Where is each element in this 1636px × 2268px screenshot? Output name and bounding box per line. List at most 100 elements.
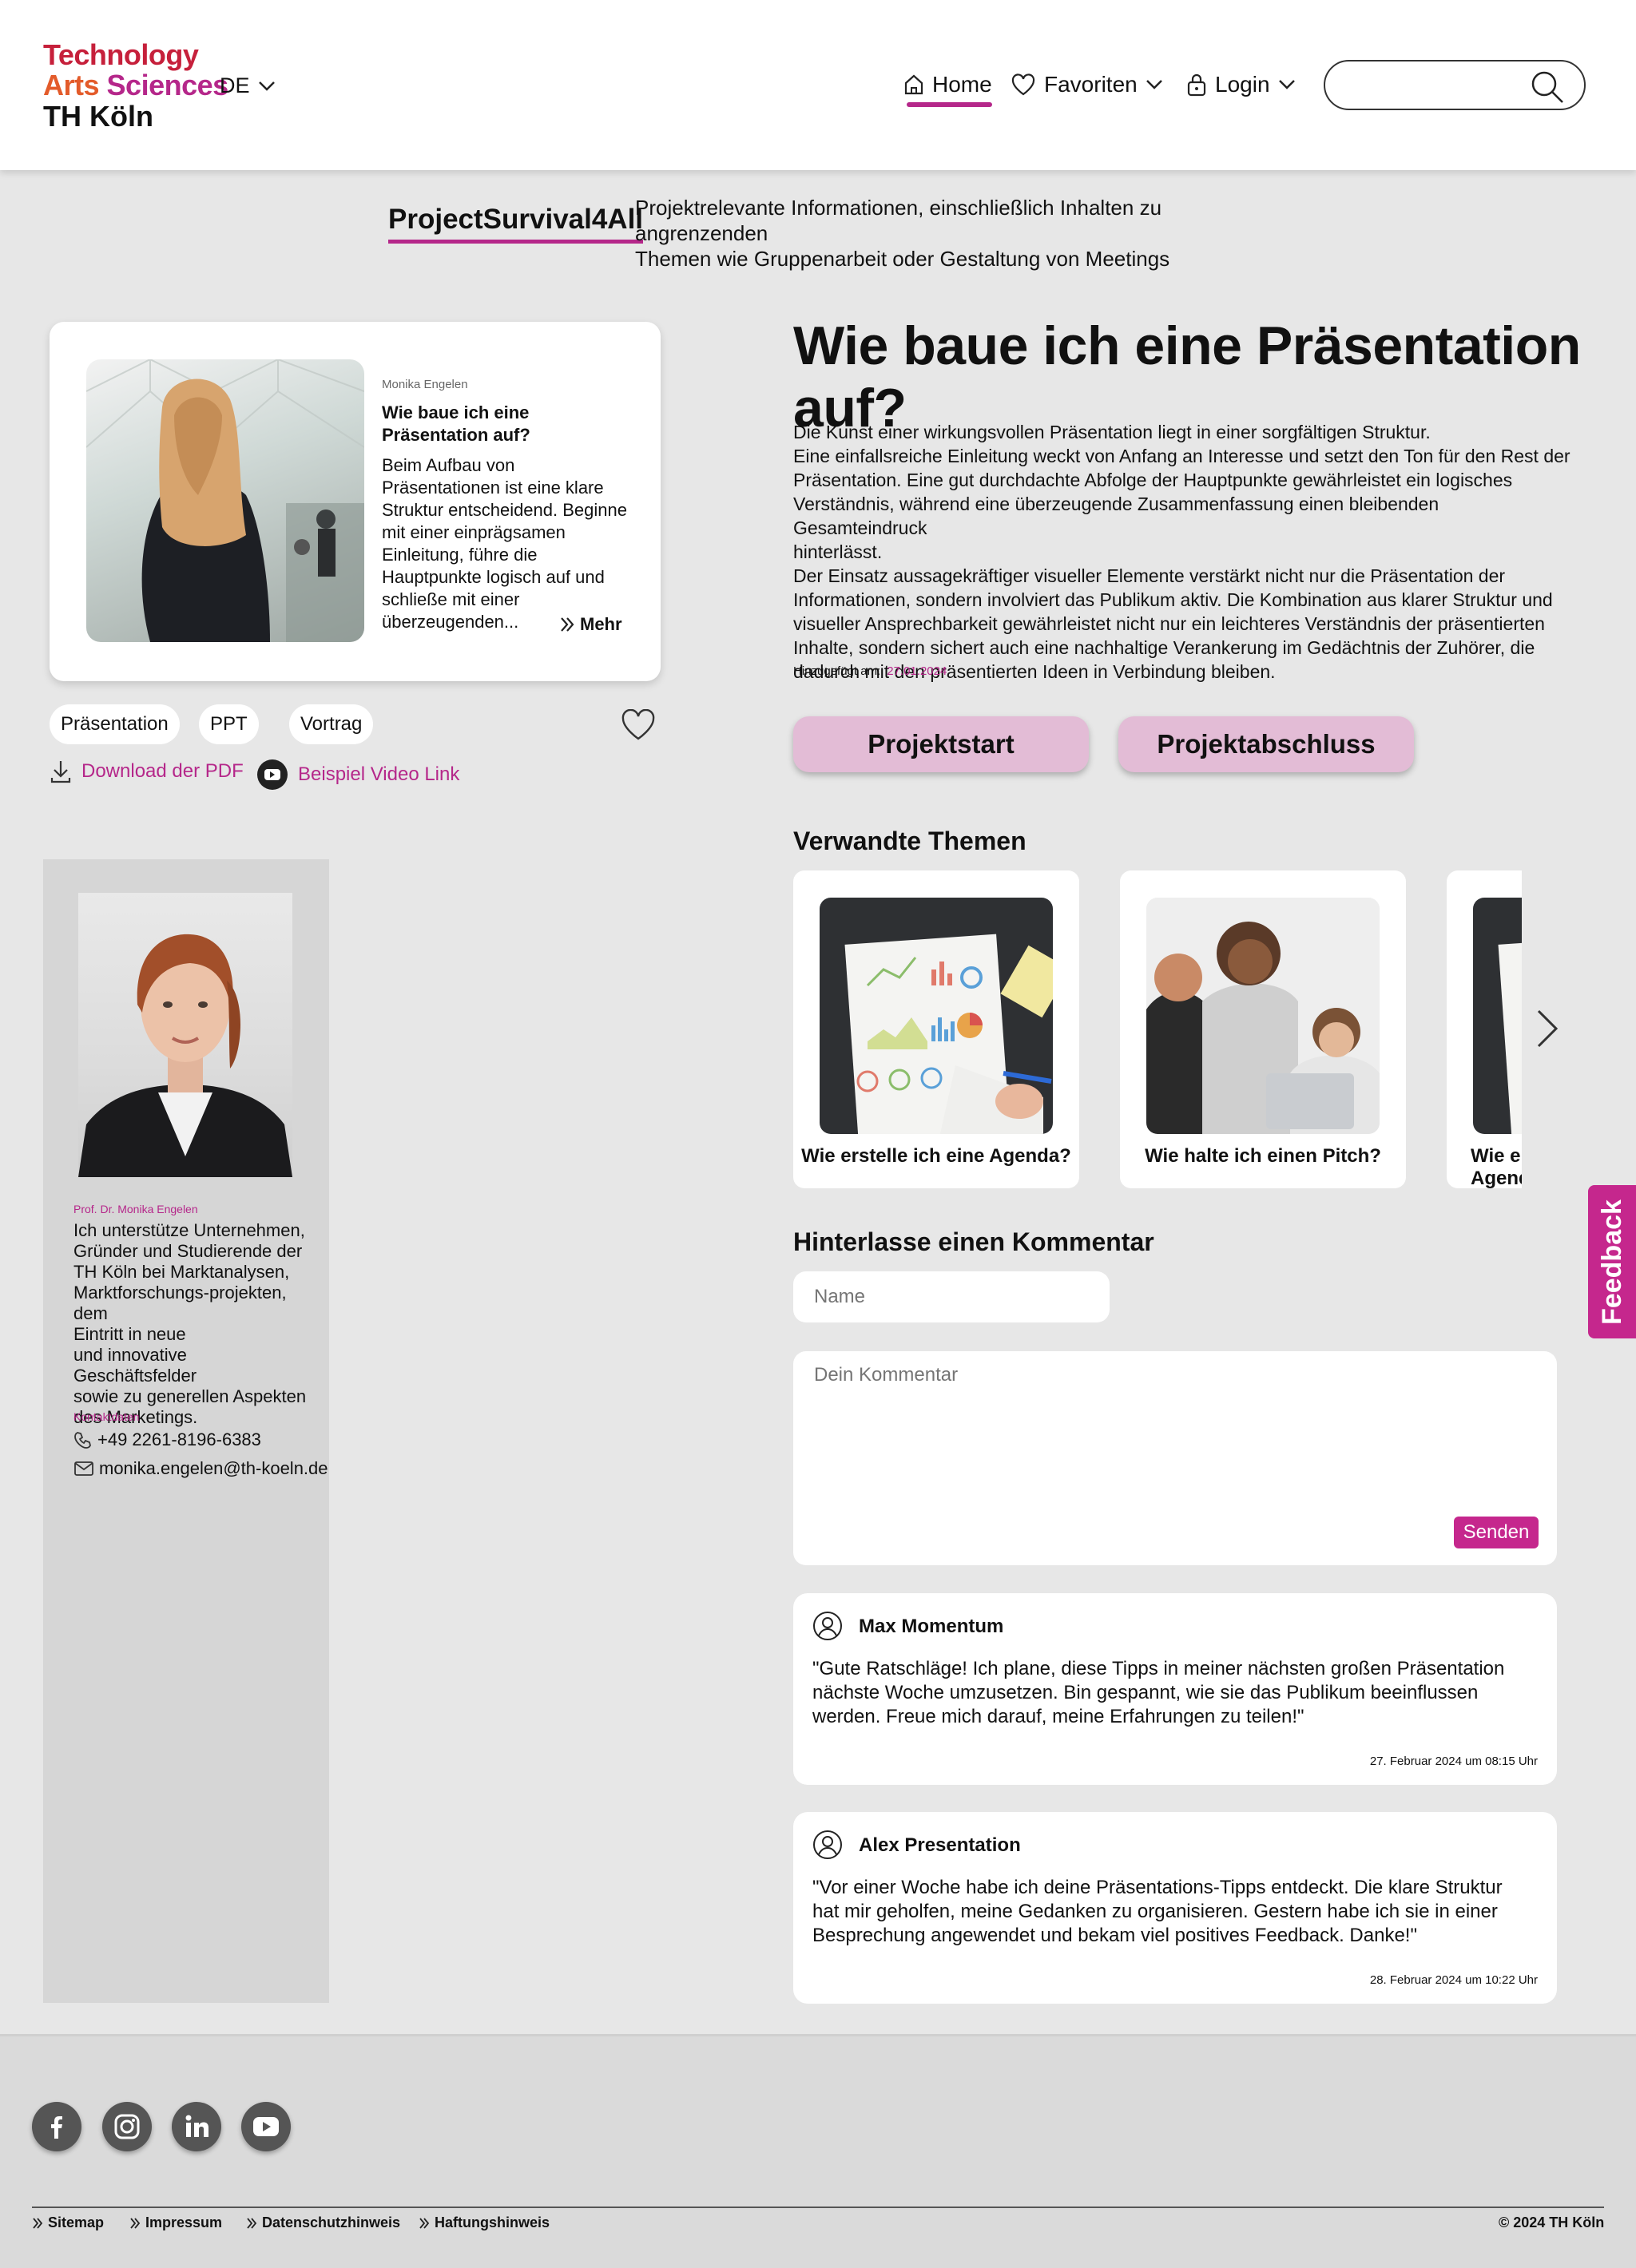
name-input[interactable] bbox=[793, 1271, 1110, 1322]
body-line: Der Einsatz aussagekräftiger visueller E… bbox=[793, 565, 1506, 586]
charts-illustration bbox=[844, 934, 1053, 1134]
author-profile: Prof. Dr. Monika Engelen Ich unterstütze… bbox=[43, 859, 329, 2003]
article-card[interactable]: Monika Engelen Wie baue ich eine Präsent… bbox=[50, 322, 661, 681]
comment-author: Max Momentum bbox=[859, 1616, 1004, 1637]
bio-line: Ich unterstütze Unternehmen, bbox=[73, 1220, 305, 1240]
related-card[interactable]: Wie halte ich einen Pitch? bbox=[1120, 870, 1406, 1188]
tag-chip[interactable]: Präsentation bbox=[50, 704, 180, 744]
comment-textarea[interactable] bbox=[793, 1351, 1557, 1565]
project-end-button[interactable]: Projektabschluss bbox=[1118, 716, 1414, 772]
video-link[interactable]: Beispiel Video Link bbox=[256, 759, 459, 791]
heart-icon bbox=[1011, 73, 1035, 96]
brand-underline bbox=[388, 240, 644, 244]
brand-title[interactable]: ProjectSurvival4All bbox=[388, 204, 644, 244]
search-input[interactable] bbox=[1324, 60, 1586, 110]
linkedin-glyph bbox=[185, 2115, 208, 2137]
bio-line: und innovative Geschäftsfelder bbox=[73, 1345, 197, 1386]
related-title: Wie halte ich einen Pitch? bbox=[1145, 1145, 1381, 1167]
author-email[interactable]: monika.engelen@th-koeln.de bbox=[73, 1458, 328, 1479]
related-image bbox=[1146, 898, 1380, 1134]
language-label: DE bbox=[220, 73, 250, 97]
nav-favorites[interactable]: Favoriten bbox=[1011, 72, 1163, 97]
instagram-glyph bbox=[114, 2114, 140, 2139]
logo-sciences: Sciences bbox=[106, 69, 229, 101]
comment-text: "Gute Ratschläge! Ich plane, diese Tipps… bbox=[812, 1658, 1505, 1727]
contact-label: Kontaktdaten bbox=[73, 1410, 140, 1423]
bio-line: TH Köln bei Marktanalysen, bbox=[73, 1262, 290, 1282]
download-icon bbox=[50, 761, 71, 783]
more-label: Mehr bbox=[580, 614, 622, 634]
user-icon bbox=[813, 1612, 842, 1640]
facebook-glyph bbox=[51, 2116, 62, 2139]
team-illustration bbox=[1146, 898, 1380, 1134]
phone-number: +49 2261-8196-6383 bbox=[97, 1429, 261, 1449]
tag-chip[interactable]: PPT bbox=[199, 704, 259, 744]
related-card[interactable]: Wie erstelle ich eine Agenda? bbox=[1447, 870, 1522, 1188]
footer-link-label: Sitemap bbox=[48, 2214, 105, 2230]
send-button[interactable]: Senden bbox=[1454, 1517, 1539, 1548]
footer-link-sitemap[interactable]: Sitemap bbox=[32, 2214, 104, 2231]
bio-line: sowie zu generellen Aspekten bbox=[73, 1386, 307, 1406]
related-card[interactable]: Wie erstelle ich eine Agenda? bbox=[793, 870, 1079, 1188]
speaker-illustration bbox=[86, 359, 364, 642]
search-icon[interactable] bbox=[1530, 69, 1565, 105]
footer-link-label: Datenschutzhinweis bbox=[262, 2214, 401, 2230]
body-line: Eine einfallsreiche Einleitung weckt von… bbox=[793, 446, 1570, 466]
body-line: Informationen, sondern involviert das Pu… bbox=[793, 589, 1553, 610]
nav-login-label: Login bbox=[1215, 72, 1270, 97]
more-link[interactable]: Mehr bbox=[559, 614, 622, 635]
card-title[interactable]: Wie baue ich eine Präsentation auf? bbox=[382, 402, 629, 446]
linkedin-icon[interactable] bbox=[172, 2102, 221, 2151]
feedback-tab[interactable]: Feedback bbox=[1588, 1185, 1636, 1338]
facebook-icon[interactable] bbox=[32, 2102, 81, 2151]
footer-link-label: Impressum bbox=[145, 2214, 223, 2230]
footer-link-privacy[interactable]: Datenschutzhinweis bbox=[246, 2214, 400, 2231]
logo-technology[interactable]: Technology bbox=[43, 38, 199, 72]
comment-item: Alex Presentation "Vor einer Woche habe … bbox=[793, 1812, 1557, 2004]
user-icon bbox=[813, 1830, 842, 1859]
language-select[interactable]: DE bbox=[220, 73, 276, 98]
footer-link-label: Haftungshinweis bbox=[435, 2214, 550, 2230]
brand-text: ProjectSurvival4All bbox=[388, 204, 644, 235]
nav-login[interactable]: Login bbox=[1186, 72, 1296, 97]
site-footer bbox=[0, 2034, 1636, 2268]
double-chevron-right-icon bbox=[130, 2217, 141, 2229]
project-start-button[interactable]: Projektstart bbox=[793, 716, 1089, 772]
footer-link-impressum[interactable]: Impressum bbox=[129, 2214, 222, 2231]
tag-chip[interactable]: Vortrag bbox=[289, 704, 374, 744]
author-phone[interactable]: +49 2261-8196-6383 bbox=[73, 1429, 261, 1450]
added-label: Hinzugefügt am: bbox=[793, 664, 881, 678]
footer-divider bbox=[32, 2207, 1604, 2208]
home-icon bbox=[904, 74, 923, 95]
footer-link-liability[interactable]: Haftungshinweis bbox=[419, 2214, 550, 2231]
nav-home-label: Home bbox=[932, 72, 992, 97]
mail-icon bbox=[74, 1461, 93, 1476]
body-line: Die Kunst einer wirkungsvollen Präsentat… bbox=[793, 422, 1431, 442]
chevron-right-icon[interactable] bbox=[1534, 1008, 1561, 1049]
nav-home[interactable]: Home bbox=[903, 72, 992, 107]
logo-th-koeln[interactable]: TH Köln bbox=[43, 100, 153, 133]
youtube-icon[interactable] bbox=[241, 2102, 291, 2151]
tagline-line: Themen wie Gruppenarbeit oder Gestaltung… bbox=[635, 247, 1170, 271]
double-chevron-right-icon bbox=[561, 617, 574, 632]
double-chevron-right-icon bbox=[33, 2217, 43, 2229]
author-name: Prof. Dr. Monika Engelen bbox=[73, 1203, 198, 1215]
youtube-glyph bbox=[253, 2117, 279, 2136]
comment-author: Alex Presentation bbox=[859, 1834, 1021, 1856]
chevron-down-icon bbox=[1146, 80, 1162, 89]
body-line: Präsentation. Eine gut durchdachte Abfol… bbox=[793, 470, 1513, 490]
instagram-icon[interactable] bbox=[102, 2102, 152, 2151]
download-pdf-link[interactable]: Download der PDF bbox=[50, 759, 244, 784]
nav-favorites-label: Favoriten bbox=[1044, 72, 1138, 97]
tagline-line: Projektrelevante Informationen, einschli… bbox=[635, 196, 1162, 245]
related-image bbox=[1473, 898, 1522, 1134]
comment-heading: Hinterlasse einen Kommentar bbox=[793, 1227, 1154, 1256]
body-line: visueller Ansprechbarkeit gewährleistet … bbox=[793, 613, 1545, 634]
added-value: 27.01.2024 bbox=[887, 664, 947, 678]
favorite-heart-icon[interactable] bbox=[620, 709, 657, 741]
logo-arts-sciences[interactable]: Arts Sciences bbox=[43, 69, 228, 102]
related-carousel: Wie erstelle ich eine Agenda? Wie halte … bbox=[793, 870, 1522, 1188]
download-pdf-label: Download der PDF bbox=[81, 760, 244, 782]
card-author: Monika Engelen bbox=[382, 378, 468, 391]
charts-illustration bbox=[1498, 934, 1522, 1134]
